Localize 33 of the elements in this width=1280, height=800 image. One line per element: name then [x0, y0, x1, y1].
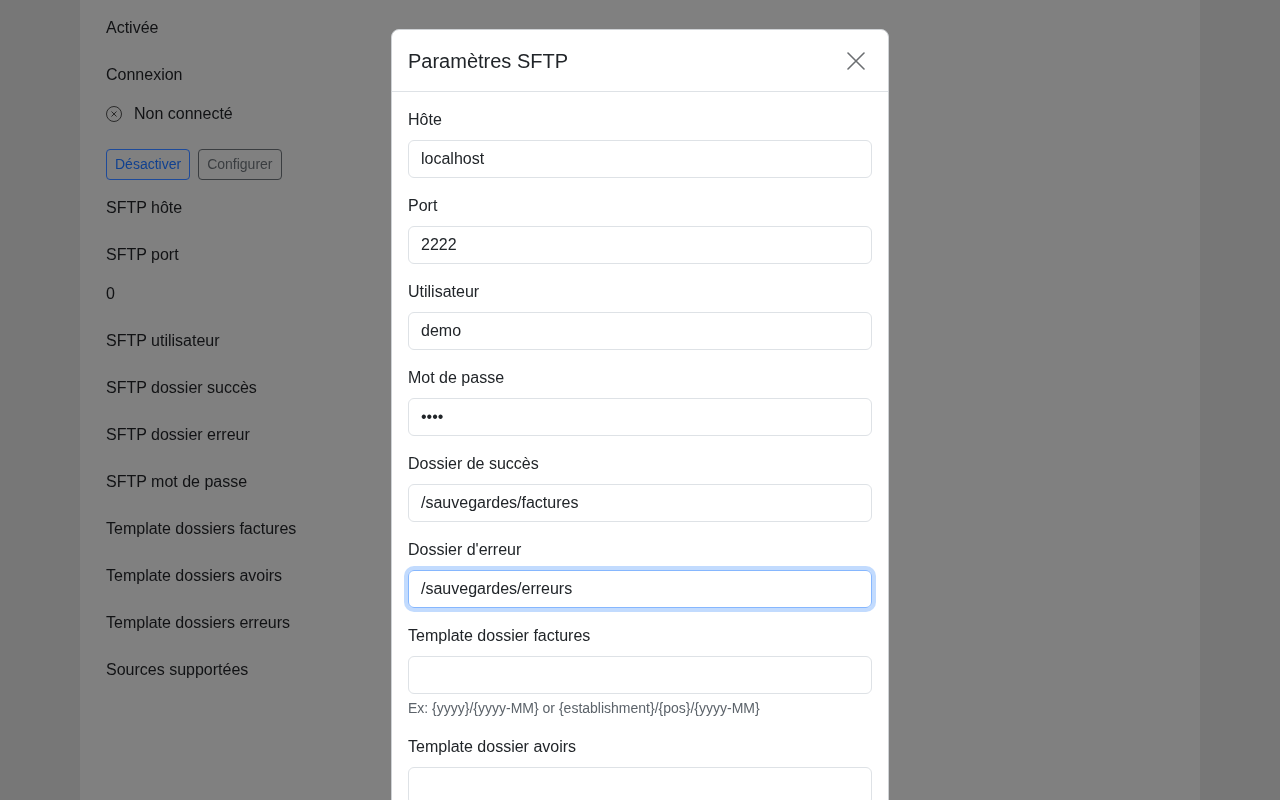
field-label: Hôte	[408, 110, 442, 130]
dialog-title: Paramètres SFTP	[408, 48, 569, 74]
field-label: SFTP dossier succès	[106, 378, 257, 398]
connection-status: Non connecté	[134, 104, 233, 124]
field-label: Dossier d'erreur	[408, 540, 522, 560]
input-field[interactable]: /sauvegardes/factures	[408, 484, 872, 522]
enabled-value: Activée	[106, 18, 159, 38]
input-field[interactable]: ••••	[408, 398, 872, 436]
field-value: 0	[106, 284, 115, 304]
field-label: Template dossiers erreurs	[106, 613, 291, 633]
field-label: SFTP port	[106, 245, 179, 265]
input-field[interactable]: localhost	[408, 140, 872, 178]
input-field[interactable]: demo	[408, 312, 872, 350]
field-label: SFTP utilisateur	[106, 331, 220, 351]
input-field[interactable]	[408, 656, 872, 694]
help-text: Ex: {yyyy}/{yyyy-MM} or {establishment}/{pos}/{yyyy-MM}	[408, 699, 760, 718]
close-button[interactable]	[846, 50, 866, 71]
field-label: SFTP mot de passe	[106, 472, 248, 492]
field-label: Template dossiers avoirs	[106, 566, 283, 586]
field-label: Connexion	[106, 65, 183, 85]
field-label: Utilisateur	[408, 282, 480, 302]
input-field[interactable]	[408, 767, 872, 800]
close-icon	[847, 51, 865, 70]
field-label: Dossier de succès	[408, 454, 539, 474]
field-label: Sources supportées	[106, 660, 249, 680]
field-label: SFTP hôte	[106, 198, 183, 218]
field-label: SFTP dossier erreur	[106, 425, 250, 445]
field-label: Template dossiers factures	[106, 519, 297, 539]
input-field[interactable]: 2222	[408, 226, 872, 264]
field-label: Mot de passe	[408, 368, 505, 388]
field-label: Port	[408, 196, 438, 216]
field-label: Template dossier factures	[408, 626, 591, 646]
field-label: Template dossier avoirs	[408, 737, 577, 757]
